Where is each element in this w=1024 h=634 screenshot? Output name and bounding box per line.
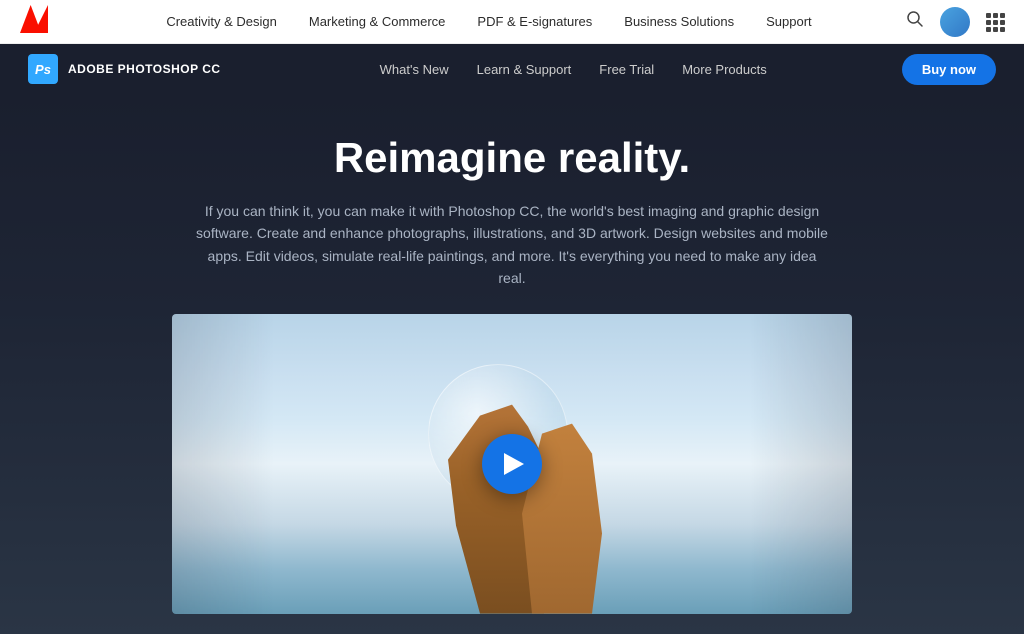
user-avatar[interactable]: [940, 7, 970, 37]
top-navigation: Creativity & Design Marketing & Commerce…: [0, 0, 1024, 44]
nav-creativity-design[interactable]: Creativity & Design: [166, 14, 277, 29]
top-nav-right: [906, 7, 1004, 37]
product-nav-learn-support[interactable]: Learn & Support: [477, 62, 572, 77]
nav-support[interactable]: Support: [766, 14, 812, 29]
adobe-logo[interactable]: [20, 5, 72, 38]
photoshop-icon: Ps: [28, 54, 58, 84]
search-icon[interactable]: [906, 10, 924, 33]
top-nav-links: Creativity & Design Marketing & Commerce…: [72, 14, 906, 29]
nav-business-solutions[interactable]: Business Solutions: [624, 14, 734, 29]
hero-title: Reimagine reality.: [20, 134, 1004, 182]
apps-grid-icon[interactable]: [986, 13, 1004, 31]
product-nav-more-products[interactable]: More Products: [682, 62, 767, 77]
nav-marketing-commerce[interactable]: Marketing & Commerce: [309, 14, 446, 29]
product-nav-free-trial[interactable]: Free Trial: [599, 62, 654, 77]
product-nav-links: What's New Learn & Support Free Trial Mo…: [245, 62, 902, 77]
hero-section: Reimagine reality. If you can think it, …: [0, 94, 1024, 634]
play-button[interactable]: [482, 434, 542, 494]
photoshop-logo-container: Ps ADOBE PHOTOSHOP CC: [28, 54, 221, 84]
product-navigation: Ps ADOBE PHOTOSHOP CC What's New Learn &…: [0, 44, 1024, 94]
buy-now-button[interactable]: Buy now: [902, 54, 996, 85]
play-icon: [504, 453, 524, 475]
hero-video[interactable]: [172, 314, 852, 614]
nav-pdf-esignatures[interactable]: PDF & E-signatures: [477, 14, 592, 29]
photoshop-product-title: ADOBE PHOTOSHOP CC: [68, 62, 221, 76]
hero-subtitle: If you can think it, you can make it wit…: [192, 200, 832, 290]
product-nav-whats-new[interactable]: What's New: [380, 62, 449, 77]
